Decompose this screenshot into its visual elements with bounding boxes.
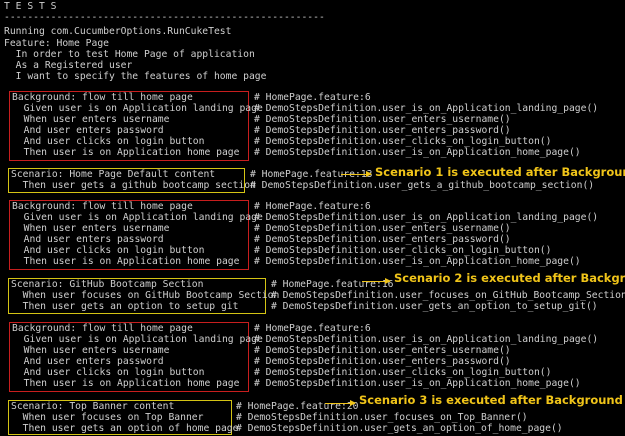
feature-description: I want to specify the features of home p… <box>4 71 267 82</box>
scenario-step: Then user gets an option of home page <box>11 423 239 434</box>
scenario-callout: Scenario 1 is executed after Background <box>375 165 625 179</box>
step-definition: # DemoStepsDefinition.user_is_on_Applica… <box>254 378 581 389</box>
console-output: T E S T S ------------------------------… <box>0 0 625 436</box>
step-definition: # DemoStepsDefinition.user_gets_a_github… <box>250 180 595 191</box>
separator-line: ----------------------------------------… <box>4 12 325 23</box>
background-step: Then user is on Application home page <box>12 378 240 389</box>
running-line: Running com.CucumberOptions.RunCukeTest <box>4 26 232 37</box>
arrow-icon <box>325 400 356 406</box>
step-definition: # DemoStepsDefinition.user_is_on_Applica… <box>254 256 581 267</box>
arrow-icon <box>362 278 391 284</box>
arrow-icon <box>341 171 372 177</box>
step-definition: # DemoStepsDefinition.user_gets_an_optio… <box>236 423 563 434</box>
scenario-step: Then user gets a github bootcamp section <box>11 180 256 191</box>
step-definition: # DemoStepsDefinition.user_gets_an_optio… <box>271 301 598 312</box>
step-definition: # DemoStepsDefinition.user_is_on_Applica… <box>254 147 581 158</box>
scenario-callout: Scenario 3 is executed after Background <box>359 393 623 407</box>
scenario-callout: Scenario 2 is executed after Background <box>394 271 625 285</box>
background-step: Then user is on Application home page <box>12 147 240 158</box>
scenario-step: Then user gets an option to setup git <box>11 301 239 312</box>
background-step: Then user is on Application home page <box>12 256 240 267</box>
